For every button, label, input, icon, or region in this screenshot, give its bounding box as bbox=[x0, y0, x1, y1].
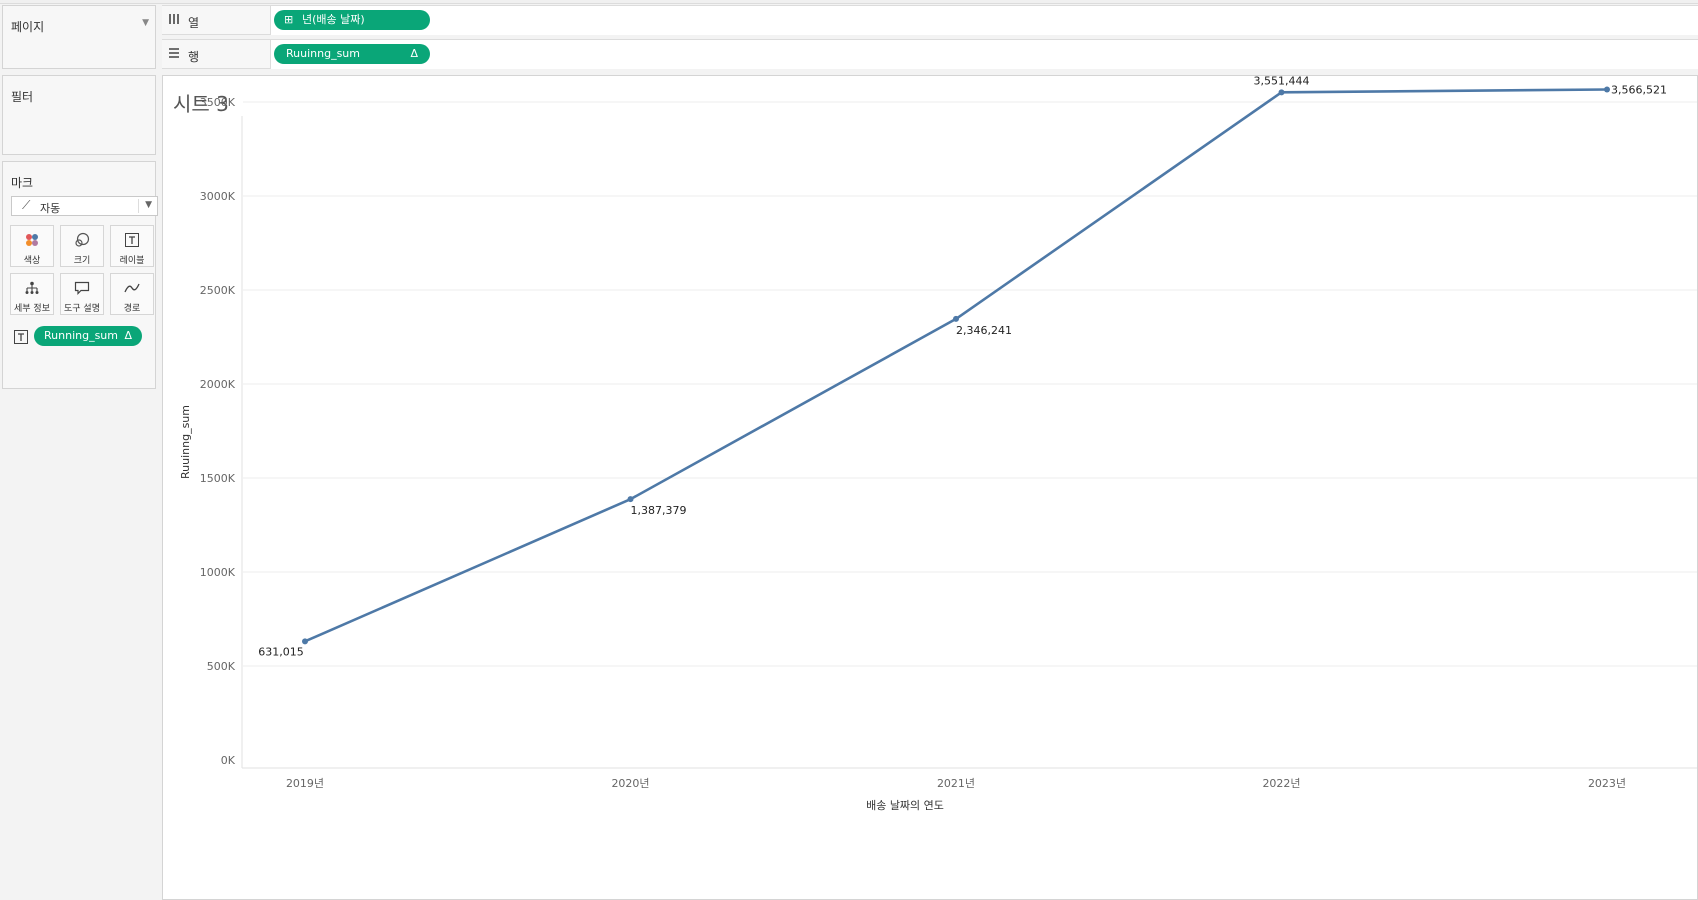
x-tick-label: 2023년 bbox=[1588, 777, 1626, 790]
y-tick-label: 1000K bbox=[200, 566, 236, 579]
path-icon bbox=[111, 280, 153, 296]
data-point bbox=[953, 315, 959, 322]
year-ship-date-pill[interactable]: ⊞ 년(배송 날짜) bbox=[274, 10, 430, 30]
x-tick-label: 2021년 bbox=[937, 777, 975, 790]
data-label: 631,015 bbox=[258, 645, 304, 658]
y-tick-label: 1500K bbox=[200, 472, 236, 485]
filters-card[interactable]: 필터 bbox=[2, 75, 156, 155]
delta-icon: Δ bbox=[410, 47, 418, 60]
color-button[interactable]: 색상 bbox=[10, 225, 54, 267]
size-label: 크기 bbox=[73, 256, 91, 266]
x-tick-label: 2019년 bbox=[286, 777, 324, 790]
detail-label: 세부 정보 bbox=[14, 304, 50, 314]
text-icon bbox=[14, 329, 28, 348]
rows-drop-area[interactable]: Ruuinng_sum Δ bbox=[271, 40, 1698, 69]
y-tick-label: 3500K bbox=[200, 96, 236, 109]
x-tick-label: 2022년 bbox=[1262, 777, 1300, 790]
chevron-down-icon[interactable]: ▼ bbox=[142, 18, 149, 28]
tooltip-button[interactable]: 도구 설명 bbox=[60, 273, 104, 315]
data-label: 3,551,444 bbox=[1254, 76, 1310, 87]
rows-label: 행 bbox=[188, 50, 200, 64]
y-tick-label: 3000K bbox=[200, 190, 236, 203]
text-icon bbox=[111, 232, 153, 248]
pages-card[interactable]: 페이지 ▼ bbox=[2, 5, 156, 69]
y-axis-title: Ruuinng_sum bbox=[179, 405, 192, 479]
worksheet: 시트 3 0K 500K 1000K 1500K 2000K 2500K 3000K 3500… bbox=[162, 75, 1698, 900]
speech-bubble-icon bbox=[61, 280, 103, 296]
detail-button[interactable]: 세부 정보 bbox=[10, 273, 54, 315]
data-point bbox=[302, 638, 308, 645]
tooltip-label: 도구 설명 bbox=[64, 304, 100, 314]
data-label: 2,346,241 bbox=[956, 324, 1012, 337]
data-point bbox=[1604, 86, 1610, 93]
pill-label: 년(배송 날짜) bbox=[302, 13, 365, 26]
tableau-workspace: 페이지 ▼ 필터 마크 ⟋ 자동 ▼ 색상 크기 레이블 세부 정보 도구 설명… bbox=[0, 0, 1698, 900]
path-label: 경로 bbox=[123, 304, 141, 314]
data-label: 3,566,521 bbox=[1611, 83, 1667, 96]
marks-card: 마크 ⟋ 자동 ▼ 색상 크기 레이블 세부 정보 도구 설명 경로 Runni… bbox=[2, 161, 158, 389]
data-point bbox=[1278, 89, 1285, 96]
color-label: 색상 bbox=[23, 256, 41, 266]
data-label: 1,387,379 bbox=[631, 504, 687, 517]
data-point bbox=[627, 496, 634, 503]
line-chart-icon: ⟋ bbox=[22, 198, 31, 212]
x-axis-title: 배송 날짜의 연도 bbox=[866, 799, 944, 812]
marks-title: 마크 bbox=[11, 176, 34, 190]
top-toolbar-strip bbox=[0, 0, 1698, 4]
columns-drop-area[interactable]: ⊞ 년(배송 날짜) bbox=[271, 6, 1698, 35]
running-sum-label-pill[interactable]: Running_sum Δ bbox=[34, 326, 142, 346]
columns-label: 열 bbox=[188, 16, 200, 30]
y-tick-label: 0K bbox=[221, 754, 236, 767]
hierarchy-icon bbox=[11, 280, 53, 296]
y-tick-label: 500K bbox=[207, 660, 236, 673]
rows-shelf: 행 Ruuinng_sum Δ bbox=[162, 39, 1698, 69]
filters-title: 필터 bbox=[11, 90, 34, 104]
y-tick-label: 2500K bbox=[200, 284, 236, 297]
ruuinng-sum-pill[interactable]: Ruuinng_sum Δ bbox=[274, 44, 430, 64]
label-label: 레이블 bbox=[119, 256, 145, 266]
size-button[interactable]: 크기 bbox=[60, 225, 104, 267]
delta-icon: Δ bbox=[124, 329, 132, 342]
columns-icon bbox=[168, 13, 180, 28]
columns-shelf: 열 ⊞ 년(배송 날짜) bbox=[162, 5, 1698, 35]
line-chart: 0K 500K 1000K 1500K 2000K 2500K 3000K 3500K 2019… bbox=[179, 76, 1697, 812]
y-tick-label: 2000K bbox=[200, 378, 236, 391]
size-icon bbox=[61, 232, 103, 248]
rows-icon bbox=[168, 47, 180, 62]
mark-type-dropdown[interactable]: ⟋ 자동 ▼ bbox=[11, 196, 158, 216]
x-tick-label: 2020년 bbox=[611, 777, 649, 790]
pages-title: 페이지 bbox=[11, 20, 45, 34]
path-button[interactable]: 경로 bbox=[110, 273, 154, 315]
pill-label: Ruuinng_sum bbox=[286, 47, 360, 60]
pill-label: Running_sum bbox=[44, 329, 118, 342]
dropdown-divider bbox=[138, 199, 139, 213]
chevron-down-icon: ▼ bbox=[145, 200, 152, 210]
color-icon bbox=[11, 232, 53, 248]
label-button[interactable]: 레이블 bbox=[110, 225, 154, 267]
running-sum-line bbox=[304, 88, 1608, 643]
expand-icon[interactable]: ⊞ bbox=[284, 10, 293, 30]
mark-type-label: 자동 bbox=[40, 202, 61, 215]
